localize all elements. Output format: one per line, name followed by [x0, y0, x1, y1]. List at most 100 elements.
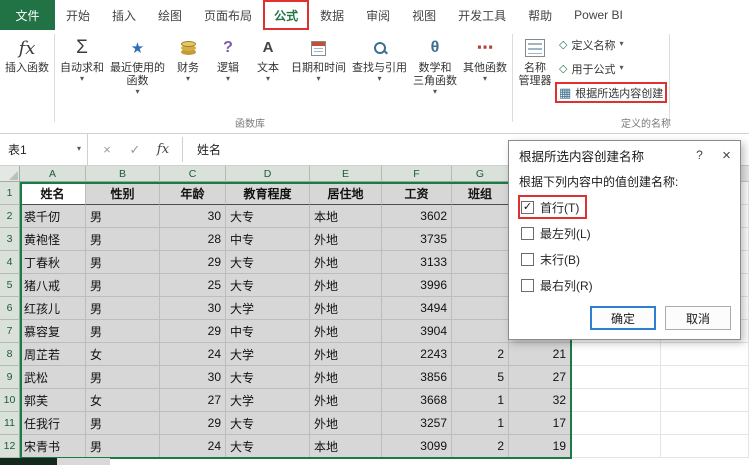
cell-B1[interactable]: 性别 [86, 182, 160, 205]
cell-G4[interactable] [452, 251, 509, 274]
cell-F10[interactable]: 3668 [382, 389, 452, 412]
cell-D7[interactable]: 中专 [226, 320, 310, 343]
define-name-button[interactable]: 定义名称 [555, 34, 627, 55]
cell-G2[interactable] [452, 205, 509, 228]
tab-draw[interactable]: 绘图 [147, 0, 193, 30]
cell-B12[interactable]: 男 [86, 435, 160, 458]
autosum-button[interactable]: 自动求和 [57, 32, 107, 84]
row-header-7[interactable]: 7 [0, 320, 20, 343]
cell-D8[interactable]: 大学 [226, 343, 310, 366]
row-header-10[interactable]: 10 [0, 389, 20, 412]
cell-E8[interactable]: 外地 [310, 343, 382, 366]
cell-F12[interactable]: 3099 [382, 435, 452, 458]
cell-A3[interactable]: 黄袍怪 [20, 228, 86, 251]
cell-E2[interactable]: 本地 [310, 205, 382, 228]
dialog-option-1[interactable]: 最左列(L) [521, 224, 596, 242]
cell-E7[interactable]: 外地 [310, 320, 382, 343]
cell-C6[interactable]: 30 [160, 297, 226, 320]
cell-G9[interactable]: 5 [452, 366, 509, 389]
cell-C5[interactable]: 25 [160, 274, 226, 297]
cell-D1[interactable]: 教育程度 [226, 182, 310, 205]
cell-B7[interactable]: 男 [86, 320, 160, 343]
cell-G7[interactable] [452, 320, 509, 343]
cell-D11[interactable]: 大专 [226, 412, 310, 435]
cell-F4[interactable]: 3133 [382, 251, 452, 274]
cell-empty[interactable] [661, 343, 749, 366]
row-header-6[interactable]: 6 [0, 297, 20, 320]
datetime-button[interactable]: 日期和时间 [288, 32, 349, 84]
cell-D2[interactable]: 大专 [226, 205, 310, 228]
cell-empty[interactable] [661, 435, 749, 458]
row-header-9[interactable]: 9 [0, 366, 20, 389]
tab-page-layout[interactable]: 页面布局 [193, 0, 263, 30]
row-header-5[interactable]: 5 [0, 274, 20, 297]
cell-E4[interactable]: 外地 [310, 251, 382, 274]
cell-empty[interactable] [661, 412, 749, 435]
cell-B10[interactable]: 女 [86, 389, 160, 412]
tab-developer[interactable]: 开发工具 [447, 0, 517, 30]
cell-H9[interactable]: 27 [509, 366, 571, 389]
cell-D12[interactable]: 大专 [226, 435, 310, 458]
cell-B5[interactable]: 男 [86, 274, 160, 297]
cell-F7[interactable]: 3904 [382, 320, 452, 343]
checkbox-unchecked-icon[interactable] [521, 278, 534, 292]
math-trig-button[interactable]: 数学和 三角函数 [410, 32, 460, 97]
cell-empty[interactable] [571, 435, 661, 458]
cell-C7[interactable]: 29 [160, 320, 226, 343]
column-header-D[interactable]: D [226, 166, 310, 182]
cancel-icon[interactable] [94, 137, 120, 163]
help-icon[interactable] [686, 141, 713, 169]
cell-E5[interactable]: 外地 [310, 274, 382, 297]
cell-C2[interactable]: 30 [160, 205, 226, 228]
tab-file[interactable]: 文件 [0, 0, 55, 30]
cell-E9[interactable]: 外地 [310, 366, 382, 389]
cell-empty[interactable] [571, 412, 661, 435]
text-button[interactable]: 文本 [248, 32, 288, 84]
cell-G6[interactable] [452, 297, 509, 320]
cell-C10[interactable]: 27 [160, 389, 226, 412]
recent-functions-button[interactable]: 最近使用的 函数 [107, 32, 168, 97]
enter-icon[interactable] [122, 137, 148, 163]
cell-E1[interactable]: 居住地 [310, 182, 382, 205]
cell-C4[interactable]: 29 [160, 251, 226, 274]
name-box-dropdown-icon[interactable] [71, 145, 87, 154]
column-header-A[interactable]: A [20, 166, 86, 182]
cell-H12[interactable]: 19 [509, 435, 571, 458]
column-header-F[interactable]: F [382, 166, 452, 182]
cell-B6[interactable]: 男 [86, 297, 160, 320]
tab-home[interactable]: 开始 [55, 0, 101, 30]
cell-C12[interactable]: 24 [160, 435, 226, 458]
cell-A4[interactable]: 丁春秋 [20, 251, 86, 274]
checkbox-checked-icon[interactable] [521, 200, 534, 214]
cell-D9[interactable]: 大专 [226, 366, 310, 389]
cell-A9[interactable]: 武松 [20, 366, 86, 389]
cell-A10[interactable]: 郭芙 [20, 389, 86, 412]
cell-H8[interactable]: 21 [509, 343, 571, 366]
cell-G11[interactable]: 1 [452, 412, 509, 435]
cell-H10[interactable]: 32 [509, 389, 571, 412]
cell-F3[interactable]: 3735 [382, 228, 452, 251]
cell-E3[interactable]: 外地 [310, 228, 382, 251]
cell-C11[interactable]: 29 [160, 412, 226, 435]
cell-B3[interactable]: 男 [86, 228, 160, 251]
dialog-option-3[interactable]: 最右列(R) [521, 276, 598, 294]
cell-H11[interactable]: 17 [509, 412, 571, 435]
cell-A2[interactable]: 裘千仞 [20, 205, 86, 228]
row-header-8[interactable]: 8 [0, 343, 20, 366]
cell-C9[interactable]: 30 [160, 366, 226, 389]
create-from-selection-button[interactable]: 根据所选内容创建 [555, 82, 668, 103]
cell-D6[interactable]: 大学 [226, 297, 310, 320]
row-header-11[interactable]: 11 [0, 412, 20, 435]
more-functions-button[interactable]: 其他函数 [460, 32, 510, 84]
dialog-title-bar[interactable]: 根据所选内容创建名称 [509, 141, 740, 169]
tab-power-bi[interactable]: Power BI [563, 0, 634, 30]
cell-A6[interactable]: 红孩儿 [20, 297, 86, 320]
select-all-corner[interactable] [0, 166, 20, 182]
tab-formulas[interactable]: 公式 [263, 0, 310, 30]
column-header-C[interactable]: C [160, 166, 226, 182]
cell-F9[interactable]: 3856 [382, 366, 452, 389]
cell-A1[interactable]: 姓名 [20, 182, 86, 205]
cell-A11[interactable]: 任我行 [20, 412, 86, 435]
cell-empty[interactable] [571, 343, 661, 366]
cell-F11[interactable]: 3257 [382, 412, 452, 435]
